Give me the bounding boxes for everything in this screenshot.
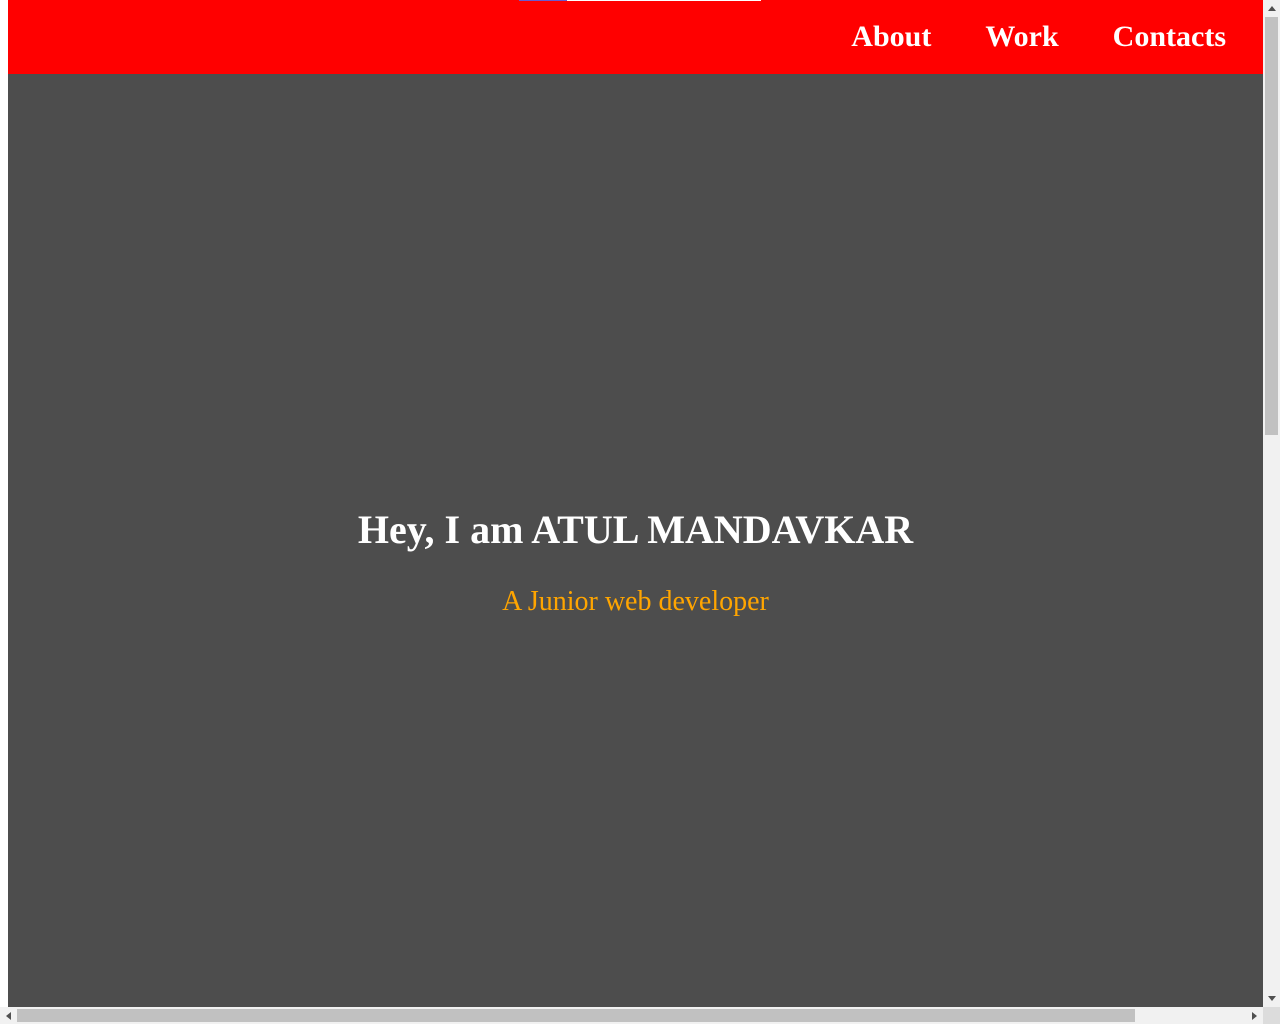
vertical-scrollbar[interactable] <box>1263 0 1280 1007</box>
horizontal-scrollbar-thumb[interactable] <box>17 1009 1135 1022</box>
scrollbar-corner <box>1263 1007 1280 1024</box>
browser-viewport: About Work Contacts Hey, I am ATUL MANDA… <box>0 0 1280 1024</box>
nav-link-work[interactable]: Work <box>985 20 1058 53</box>
nav-top-bar <box>519 0 761 1</box>
nav-top-bar-accent <box>519 0 567 1</box>
vertical-scrollbar-thumb[interactable] <box>1265 17 1278 435</box>
horizontal-scrollbar[interactable] <box>0 1007 1263 1024</box>
nav-link-contacts[interactable]: Contacts <box>1113 20 1226 53</box>
arrow-up-icon[interactable] <box>1263 0 1280 17</box>
nav-link-about[interactable]: About <box>851 20 931 53</box>
nav-item-about: About <box>851 18 931 56</box>
hero-subtitle: A Junior web developer <box>502 586 769 617</box>
page: About Work Contacts Hey, I am ATUL MANDA… <box>8 0 1263 1007</box>
hero-title: Hey, I am ATUL MANDAVKAR <box>357 507 914 552</box>
nav-item-contacts: Contacts <box>1113 18 1226 56</box>
arrow-down-icon[interactable] <box>1263 990 1280 1007</box>
hero-section: Hey, I am ATUL MANDAVKAR A Junior web de… <box>8 74 1263 1007</box>
arrow-left-icon[interactable] <box>0 1007 17 1024</box>
nav-item-work: Work <box>985 18 1058 56</box>
arrow-right-icon[interactable] <box>1246 1007 1263 1024</box>
navbar: About Work Contacts <box>8 0 1263 74</box>
nav-links: About Work Contacts <box>851 18 1226 56</box>
